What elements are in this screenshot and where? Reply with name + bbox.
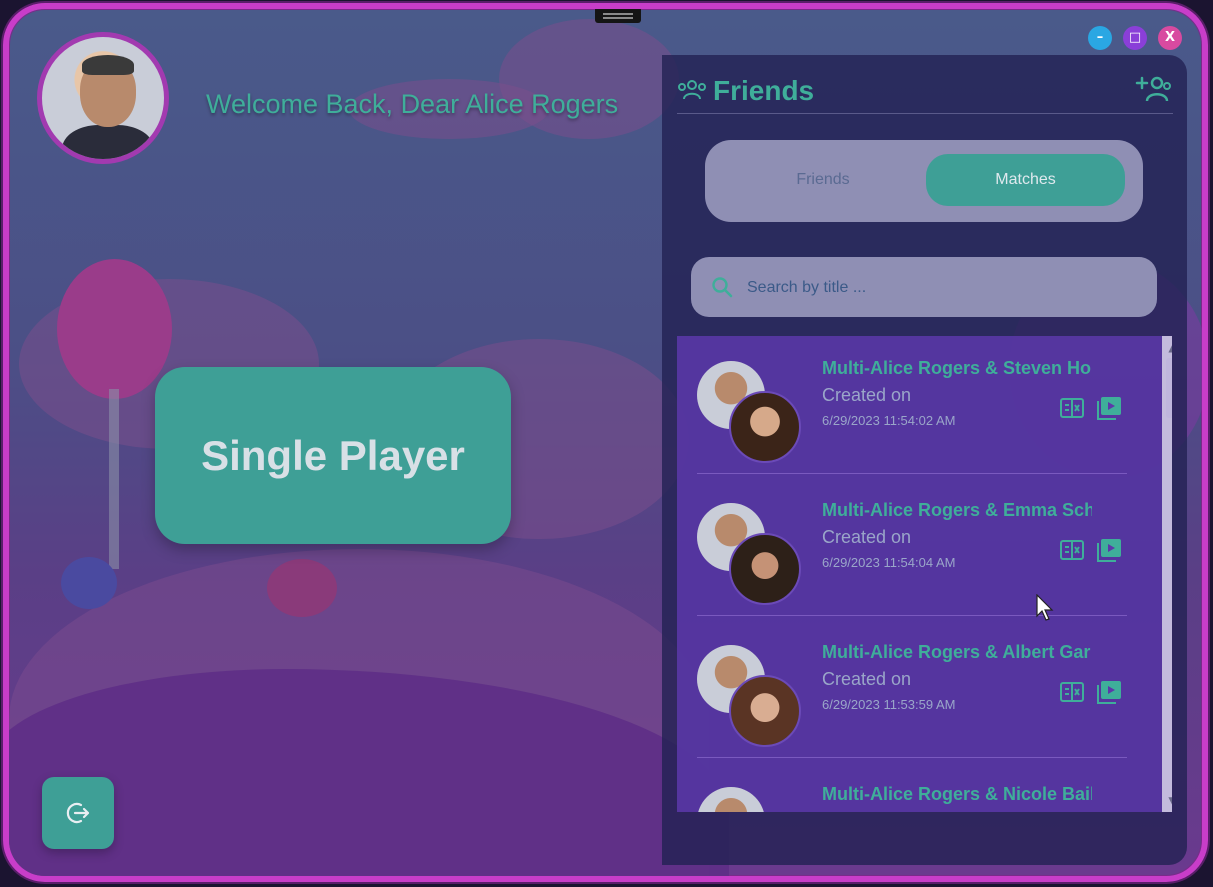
tab-friends[interactable]: Friends	[725, 154, 921, 206]
welcome-message: Welcome Back, Dear Alice Rogers	[206, 89, 619, 119]
scoreboard-icon[interactable]	[1060, 682, 1084, 702]
list-divider	[697, 473, 1127, 474]
scoreboard-icon[interactable]	[1060, 398, 1084, 418]
match-title: Multi-Alice Rogers & Emma Sch	[822, 500, 1092, 520]
player-avatar	[697, 787, 765, 812]
scrollbar-thumb[interactable]	[1166, 358, 1172, 418]
window-drag-handle[interactable]	[595, 9, 641, 23]
logout-icon	[66, 802, 90, 824]
background-candy	[61, 557, 117, 609]
friends-panel-header: Friends	[677, 73, 1173, 114]
match-date: 6/29/2023 11:53:59 AM	[822, 697, 956, 712]
close-button[interactable]: X	[1158, 26, 1182, 50]
match-created-label: Created on	[822, 527, 912, 547]
logout-button[interactable]	[42, 777, 114, 849]
tab-matches[interactable]: Matches	[926, 154, 1125, 206]
friends-panel: Friends Friends Matches Multi-Ali	[662, 55, 1187, 865]
user-avatar[interactable]	[37, 32, 169, 164]
match-created-label: Created on	[822, 385, 912, 405]
opponent-avatar	[729, 675, 801, 747]
match-date: 6/29/2023 11:54:02 AM	[822, 413, 956, 428]
background-lollipop-stick	[109, 389, 119, 569]
match-title: Multi-Alice Rogers & Nicole Bail	[822, 784, 1092, 804]
friends-tabs: Friends Matches	[705, 140, 1143, 222]
single-player-button[interactable]: Single Player	[155, 367, 511, 544]
window-controls: – □ X	[1088, 26, 1182, 50]
opponent-avatar	[729, 533, 801, 605]
list-item[interactable]: Multi-Alice Rogers & Nicole Bail	[677, 762, 1147, 812]
opponent-avatar	[729, 391, 801, 463]
match-title: Multi-Alice Rogers & Steven Ho	[822, 358, 1092, 378]
scroll-down-arrow[interactable]: ▼	[1162, 790, 1172, 812]
app-window: – □ X Welcome Back, Dear Alice Rogers Si…	[3, 3, 1208, 882]
minimize-button[interactable]: –	[1088, 26, 1112, 50]
play-video-icon[interactable]	[1096, 538, 1122, 562]
friends-panel-title: Friends	[713, 75, 815, 106]
match-date: 6/29/2023 11:54:04 AM	[822, 555, 956, 570]
friends-group-icon	[678, 80, 706, 100]
background-candy	[267, 559, 337, 617]
matches-list[interactable]: Multi-Alice Rogers & Steven Ho Created o…	[677, 336, 1172, 812]
scroll-up-arrow[interactable]: ▲	[1162, 336, 1172, 358]
list-item[interactable]: Multi-Alice Rogers & Emma Sch Created on…	[677, 478, 1147, 620]
list-divider	[697, 757, 1127, 758]
maximize-button[interactable]: □	[1123, 26, 1147, 50]
add-friend-icon[interactable]	[1135, 75, 1173, 103]
match-created-label: Created on	[822, 669, 912, 689]
match-title: Multi-Alice Rogers & Albert Gar	[822, 642, 1091, 662]
search-input[interactable]	[745, 267, 1129, 309]
play-video-icon[interactable]	[1096, 396, 1122, 420]
scoreboard-icon[interactable]	[1060, 540, 1084, 560]
play-video-icon[interactable]	[1096, 680, 1122, 704]
list-divider	[697, 615, 1127, 616]
search-box	[691, 257, 1157, 317]
search-icon	[712, 277, 733, 298]
list-item[interactable]: Multi-Alice Rogers & Steven Ho Created o…	[677, 336, 1147, 478]
mouse-cursor-icon	[1036, 594, 1054, 621]
list-item[interactable]: Multi-Alice Rogers & Albert Gar Created …	[677, 620, 1147, 762]
background-lollipop	[57, 259, 172, 399]
